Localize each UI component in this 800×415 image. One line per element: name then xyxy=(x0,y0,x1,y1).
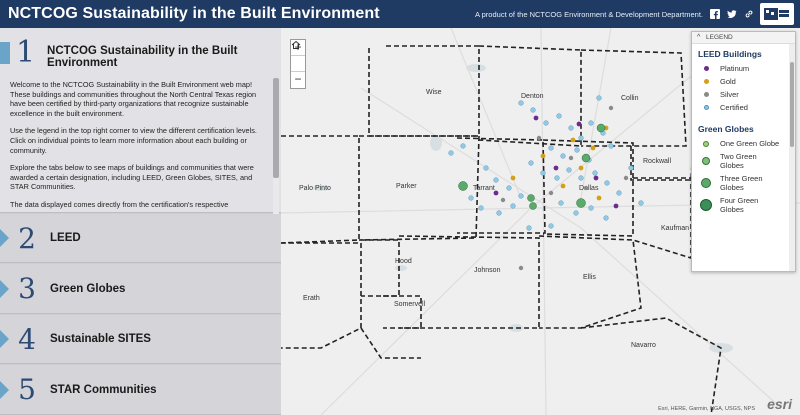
intro-scrollbar[interactable] xyxy=(273,78,279,214)
map-attribution: Esri, HERE, Garmin, NGA, USGS, NPS xyxy=(658,406,755,412)
story-sidebar: 1 NCTCOG Sustainability in the Built Env… xyxy=(0,28,281,415)
header-right: A product of the NCTCOG Environment & De… xyxy=(475,3,800,25)
county-label: Denton xyxy=(521,93,544,100)
legend-item: Two Green Globes xyxy=(692,150,795,172)
legend-toggle[interactable]: ^ LEGEND xyxy=(692,32,795,44)
section-star[interactable]: 5 STAR Communities xyxy=(0,365,281,415)
legend-header: LEGEND xyxy=(706,34,733,41)
section-title: NCTCOG Sustainability in the Built Envir… xyxy=(47,45,238,69)
county-label: Wise xyxy=(426,89,442,96)
globe-four-icon xyxy=(700,199,712,211)
app-title: NCTCOG Sustainability in the Built Envir… xyxy=(8,5,380,22)
section-number: 5 xyxy=(18,373,36,406)
legend-item: Certified xyxy=(692,101,795,114)
map-legend: ^ LEGEND LEED Buildings Platinum Gold Si… xyxy=(691,31,796,272)
legend-label: One Green Globe xyxy=(720,139,780,148)
section-title: Sustainable SITES xyxy=(50,333,151,345)
legend-item: Three Green Globes xyxy=(692,172,795,194)
intro-paragraph: Explore the tabs below to see maps of bu… xyxy=(10,163,254,192)
section-leed[interactable]: 2 LEED xyxy=(0,214,281,263)
platinum-dot-icon xyxy=(703,66,709,71)
section-marker xyxy=(0,330,9,348)
county-label: Somervell xyxy=(394,301,426,308)
section-title: Green Globes xyxy=(50,282,126,295)
zoom-controls: + − xyxy=(290,39,306,89)
web-map[interactable]: Wise Denton Collin Rockwall Parker Tarra… xyxy=(281,28,800,415)
facebook-icon[interactable] xyxy=(709,9,720,20)
county-label: Parker xyxy=(396,183,417,190)
legend-label: Three Green Globes xyxy=(720,174,763,192)
section-marker xyxy=(0,380,9,399)
section-number: 4 xyxy=(18,322,36,356)
section-number: 1 xyxy=(15,35,36,70)
county-label: Tarrant xyxy=(473,185,495,192)
home-button[interactable] xyxy=(291,40,305,72)
globe-two-icon xyxy=(702,157,710,165)
building-points xyxy=(448,95,644,271)
section-green-globes[interactable]: 3 Green Globes xyxy=(0,264,281,314)
twitter-icon[interactable] xyxy=(726,9,737,20)
app-header: NCTCOG Sustainability in the Built Envir… xyxy=(0,0,800,28)
globe-three-icon xyxy=(701,178,711,188)
legend-label: Silver xyxy=(720,90,739,99)
section-title: LEED xyxy=(50,232,81,244)
section-head[interactable]: 4 Sustainable SITES xyxy=(0,315,281,363)
nctcog-logo xyxy=(760,3,794,25)
legend-item: One Green Globe xyxy=(692,137,795,150)
section-number: 3 xyxy=(18,272,36,305)
home-icon xyxy=(291,40,301,49)
intro-paragraph: Welcome to the NCTCOG Sustainability in … xyxy=(10,80,257,118)
certified-dot-icon xyxy=(703,105,709,110)
legend-item: Gold xyxy=(692,75,795,88)
chevron-up-icon: ^ xyxy=(697,34,701,41)
county-label: Hood xyxy=(395,258,412,265)
county-label: Palo Pinto xyxy=(299,185,331,192)
link-icon[interactable] xyxy=(743,9,754,20)
county-label: Rockwall xyxy=(643,158,671,165)
active-section-marker xyxy=(0,42,10,64)
legend-section-title: LEED Buildings xyxy=(698,49,762,59)
legend-label: Four Green Globes xyxy=(720,196,759,214)
legend-scrollbar[interactable] xyxy=(789,44,795,271)
county-label: Erath xyxy=(303,295,320,302)
legend-section-title: Green Globes xyxy=(698,124,754,134)
intro-paragraph: The data displayed comes directly from t… xyxy=(10,199,229,209)
section-head[interactable]: 5 STAR Communities xyxy=(0,365,281,414)
gold-dot-icon xyxy=(703,79,709,84)
county-label: Ellis xyxy=(583,274,596,281)
county-label: Johnson xyxy=(474,267,501,274)
legend-label: Platinum xyxy=(720,64,750,73)
legend-scroll-thumb[interactable] xyxy=(790,62,794,147)
section-head[interactable]: 2 LEED xyxy=(0,214,281,262)
section-intro[interactable]: 1 NCTCOG Sustainability in the Built Env… xyxy=(0,28,281,214)
esri-logo[interactable]: esri xyxy=(767,396,792,412)
section-title: STAR Communities xyxy=(50,383,157,396)
county-label: Dallas xyxy=(579,185,599,192)
scrollbar-thumb[interactable] xyxy=(273,78,279,178)
globe-one-icon xyxy=(703,140,709,147)
county-label: Navarro xyxy=(631,342,656,349)
zoom-out-button[interactable]: − xyxy=(291,72,305,88)
legend-label: Certified xyxy=(720,103,748,112)
section-sites[interactable]: 4 Sustainable SITES xyxy=(0,315,281,364)
legend-item: Platinum xyxy=(692,62,795,75)
legend-item: Four Green Globes xyxy=(692,194,795,216)
section-marker xyxy=(0,279,9,298)
legend-label: Two Green Globes xyxy=(720,152,757,170)
intro-text: Welcome to the NCTCOG Sustainability in … xyxy=(10,80,272,212)
silver-dot-icon xyxy=(703,92,709,97)
county-label: Collin xyxy=(621,95,639,102)
product-text: A product of the NCTCOG Environment & De… xyxy=(474,9,703,19)
section-marker xyxy=(0,229,9,247)
legend-label: Gold xyxy=(720,77,736,86)
section-head[interactable]: 1 NCTCOG Sustainability in the Built Env… xyxy=(0,28,281,72)
section-head[interactable]: 3 Green Globes xyxy=(0,264,281,313)
section-number: 2 xyxy=(18,221,36,255)
intro-paragraph: Use the legend in the top right corner t… xyxy=(10,126,257,155)
county-label: Kaufman xyxy=(661,225,689,232)
legend-item: Silver xyxy=(692,88,795,101)
